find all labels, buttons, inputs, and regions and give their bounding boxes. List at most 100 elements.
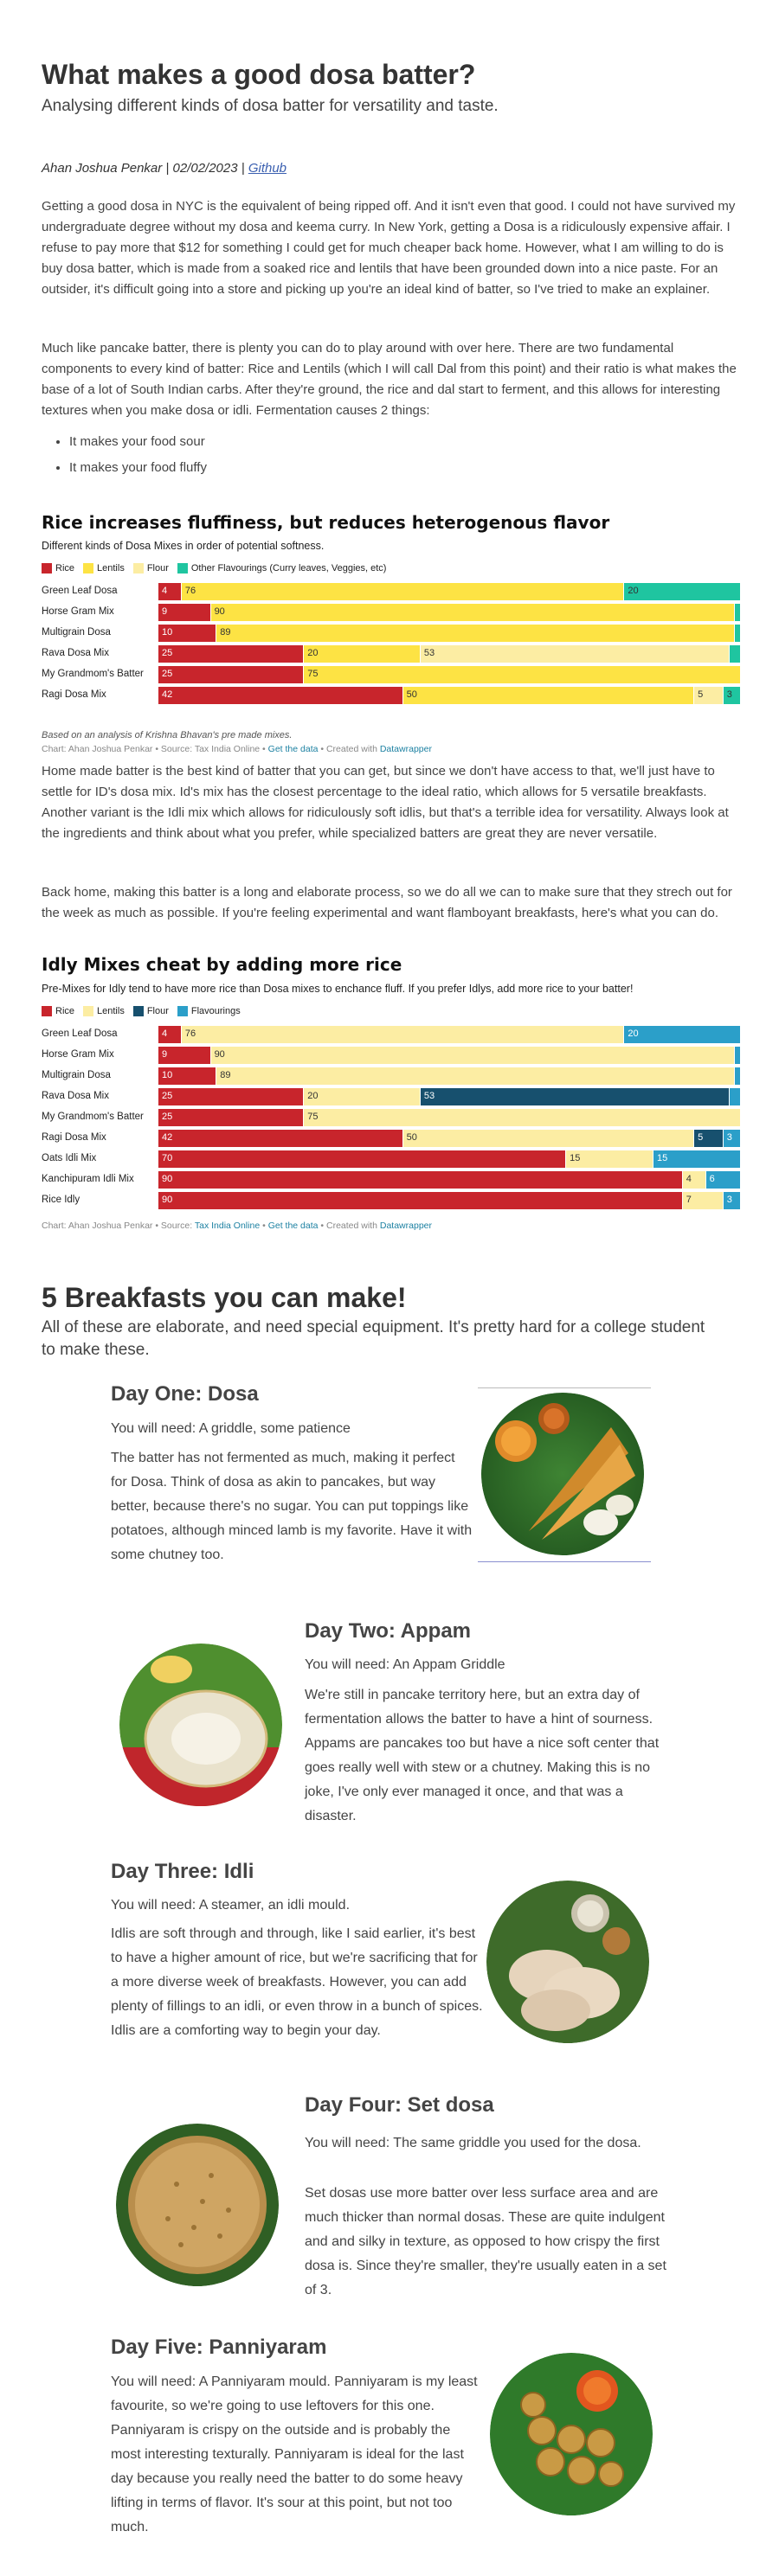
bar-segment: 75 [304,1109,741,1126]
data-label: 76 [184,1028,196,1039]
bar-segment [735,604,741,621]
bar-segment: 15 [566,1150,654,1168]
day-four-body: Set dosas use more batter over less surf… [305,2186,666,2297]
get-data-link[interactable]: Get the data [268,744,319,754]
bar-segment [735,1047,741,1064]
chart2-subtitle: Pre-Mixes for Idly tend to have more ric… [42,983,634,995]
bar-segment: 90 [210,1047,736,1064]
row-label: Rava Dosa Mix [42,648,109,658]
data-label: 15 [657,1153,668,1163]
bar-segment: 10 [158,1067,217,1085]
data-label: 90 [214,606,225,617]
bar-segment: 3 [723,1130,741,1147]
row-label: Rice Idly [42,1195,80,1205]
stacked-bar: 9 90 [158,604,741,621]
legend-swatch [42,1006,52,1016]
bar-segment: 50 [402,1130,695,1147]
bar-segment: 5 [694,687,724,704]
legend-item-flour: Flour [132,1006,169,1016]
data-label: 25 [162,1112,173,1122]
data-label: 6 [709,1174,715,1184]
chart2-legend: Rice Lentils Flour Flavourings [42,1006,241,1016]
appam-photo [119,1644,282,1806]
day-one-body: The batter has not fermented as much, ma… [111,1451,473,1562]
datawrapper-link[interactable]: Datawrapper [380,1221,432,1231]
bar-segment: 15 [653,1150,741,1168]
chart1-title: Rice increases fluffiness, but reduces h… [42,512,610,533]
row-label: Oats Idli Mix [42,1153,97,1163]
data-label: 42 [162,1132,173,1143]
source-link[interactable]: Tax India Online [195,1221,260,1231]
bar-segment: 76 [181,1026,625,1043]
stacked-bar: 10 89 [158,1067,741,1085]
article-page: What makes a good dosa batter? Analysing… [0,0,779,2576]
data-label: 75 [307,1112,319,1122]
page-title: What makes a good dosa batter? [42,59,476,90]
middle-paragraph-1: Home made batter is the best kind of bat… [42,764,729,841]
data-label: 3 [726,1132,732,1143]
legend-swatch [83,1006,94,1016]
legend-item-lentils: Lentils [83,563,125,574]
chart-row: Multigrain Dosa 10 89 [42,1066,741,1086]
chart-row: Multigrain Dosa 10 89 [42,623,741,644]
bar-segment: 89 [216,625,736,642]
datawrapper-link[interactable]: Datawrapper [380,744,432,754]
page-subtitle: Analysing different kinds of dosa batter… [42,97,499,115]
bar-segment: 25 [158,645,305,663]
bar-segment: 50 [402,687,695,704]
chart-row: Green Leaf Dosa 4 76 20 [42,1024,741,1045]
legend-label: Flour [146,1006,169,1016]
row-label: Ragi Dosa Mix [42,689,106,700]
data-label: 3 [726,1195,732,1205]
data-label: 25 [162,669,173,679]
panniyaram-photo [490,2353,653,2515]
day-three-need: You will need: A steamer, an idli mould. [111,1898,351,1913]
credit-text: • Created with [320,744,377,754]
legend-label: Flour [146,563,169,574]
bar-segment: 25 [158,1109,305,1126]
bar-segment: 42 [158,687,403,704]
get-data-link[interactable]: Get the data [268,1221,319,1231]
legend-label: Rice [55,563,75,574]
data-label: 90 [162,1195,173,1205]
data-label: 53 [423,648,435,658]
row-label: Green Leaf Dosa [42,1028,118,1039]
legend-item-lentils: Lentils [83,1006,125,1016]
chart2-plot: Green Leaf Dosa 4 76 20 Horse Gram Mix 9 90 Mul… [42,1024,741,1211]
data-label: 15 [570,1153,581,1163]
row-label: Green Leaf Dosa [42,586,118,596]
chart-row: Rice Idly 90 7 3 [42,1190,741,1211]
chart2-title: Idly Mixes cheat by adding more rice [42,954,402,975]
bar-segment: 6 [705,1171,741,1189]
legend-swatch [42,563,52,574]
github-link[interactable]: Github [248,161,286,176]
chart-row: Kanchipuram Idli Mix 90 4 6 [42,1169,741,1190]
breakfasts-title: 5 Breakfasts you can make! [42,1282,407,1313]
stacked-bar: 90 4 6 [158,1171,741,1189]
bar-segment: 4 [682,1171,706,1189]
stacked-bar: 70 15 15 [158,1150,741,1168]
bar-segment: 76 [181,583,625,600]
row-label: Horse Gram Mix [42,606,114,617]
bar-segment: 90 [158,1171,683,1189]
chart1-plot: Green Leaf Dosa 4 76 20 Horse Gram Mix 9 90 Mul… [42,581,741,706]
row-label: Multigrain Dosa [42,1070,111,1080]
bar-segment: 4 [158,1026,182,1043]
chart1-credit: Chart: Ahan Joshua Penkar • Source: Tax … [42,744,432,754]
chart-row: Horse Gram Mix 9 90 [42,1045,741,1066]
bar-segment: 53 [420,645,730,663]
data-label: 4 [162,1028,168,1039]
credit-text: • [262,1221,266,1231]
bar-segment: 20 [624,583,741,600]
legend-label: Other Flavourings (Curry leaves, Veggies… [190,563,387,574]
day-three-title: Day Three: Idli [111,1860,254,1883]
credit-text: Chart: Ahan Joshua Penkar • Source: [42,1221,193,1231]
chart1-note: Based on an analysis of Krishna Bhavan's… [42,730,293,740]
day-five-body: You will need: A Panniyaram mould. Panni… [111,2374,478,2534]
bar-segment: 25 [158,1088,305,1105]
dosa-photo [481,1393,644,1555]
chart-row: Ragi Dosa Mix 42 50 5 3 [42,685,741,706]
list-item: It makes your food fluffy [69,455,762,481]
data-label: 50 [406,1132,417,1143]
data-label: 5 [698,1132,704,1143]
